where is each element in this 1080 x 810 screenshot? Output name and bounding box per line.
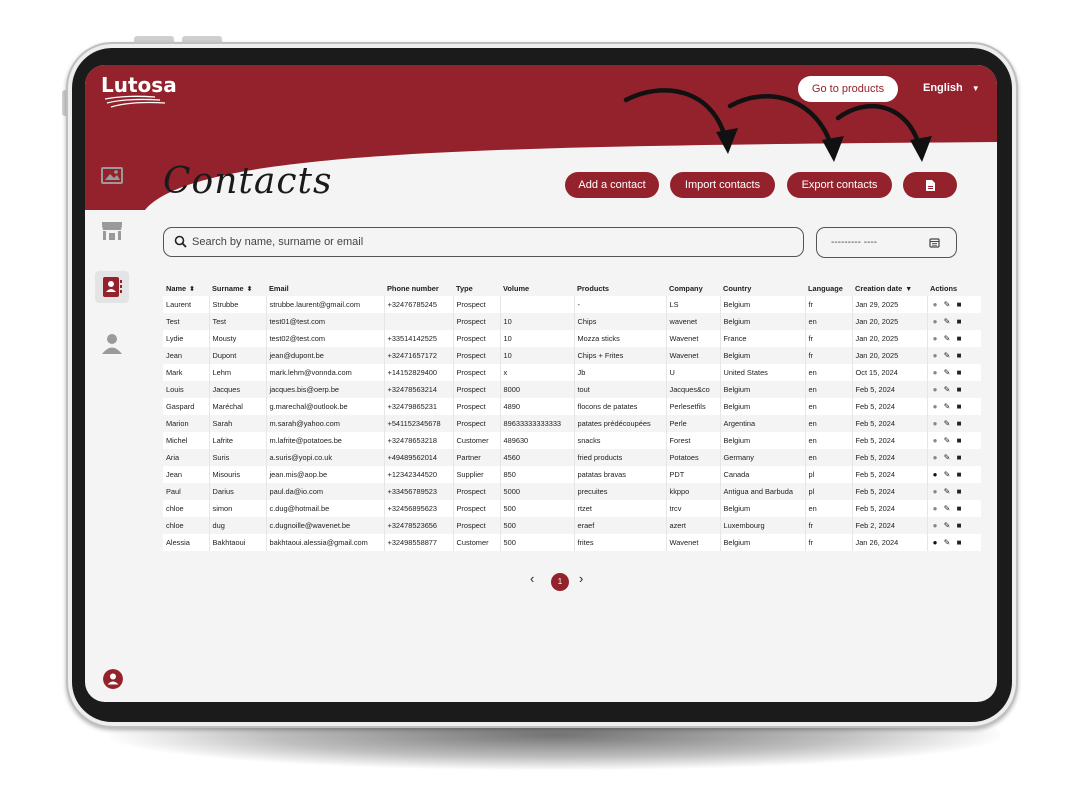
annotation-arrows — [623, 88, 932, 162]
arrow-to-import — [623, 88, 729, 143]
arrow-to-export — [727, 94, 835, 151]
arrow-to-file — [835, 103, 923, 151]
